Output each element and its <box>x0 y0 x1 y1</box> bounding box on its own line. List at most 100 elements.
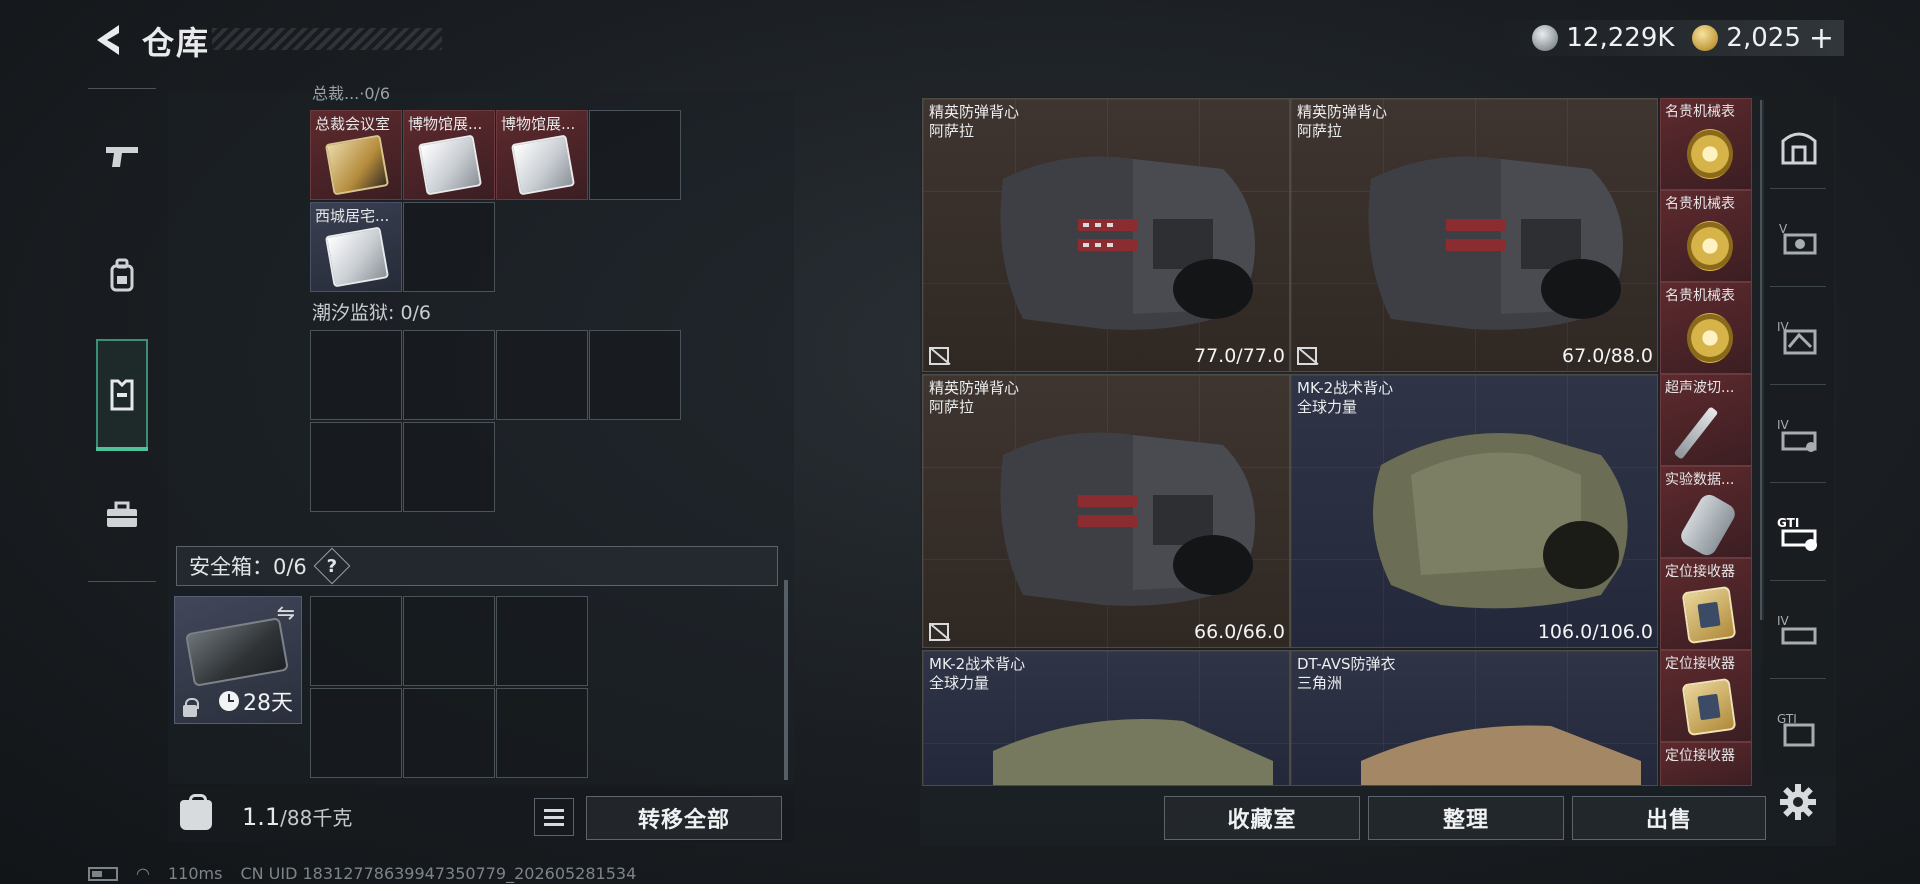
settings-gear-icon[interactable] <box>1778 782 1818 822</box>
iv-tier-icon-2: IV <box>1777 418 1817 452</box>
sell-button[interactable]: 出售 <box>1572 796 1766 840</box>
nav-gti[interactable]: GTI <box>1776 510 1822 556</box>
vest-card[interactable]: MK-2战术背心 全球力量 <box>922 650 1290 786</box>
item-watch[interactable]: 名贵机械表 <box>1660 190 1752 282</box>
vest-title: 精英防弹背心 <box>1297 103 1388 121</box>
empty-slot[interactable] <box>496 688 588 778</box>
empty-slot[interactable] <box>403 202 495 292</box>
clock-icon <box>219 691 239 711</box>
no-trade-icon <box>929 623 949 641</box>
empty-slot[interactable] <box>403 596 495 686</box>
vest-title: 精英防弹背心 <box>929 379 1020 397</box>
item-label: 西城居宅... <box>315 207 390 225</box>
item-watch[interactable]: 名贵机械表 <box>1660 98 1752 190</box>
item-label: 超声波切... <box>1665 380 1735 396</box>
empty-slot[interactable] <box>403 422 495 512</box>
backpack-icon <box>110 258 134 292</box>
ping: 110ms <box>167 864 223 883</box>
currency-gold-value: 2,025 <box>1726 23 1801 53</box>
elite-vest-icon <box>1000 156 1255 330</box>
vest-card[interactable]: MK-2战术背心 全球力量 106.0/106.0 <box>1290 374 1658 648</box>
capacity-readout: 1.1/88千克 <box>242 802 352 831</box>
vest-name: MK-2战术背心 全球力量 <box>1297 379 1393 417</box>
item-locator[interactable]: 定位接收器 <box>1660 558 1752 650</box>
item-label: 定位接收器 <box>1665 564 1735 580</box>
vest-brand: 三角洲 <box>1297 674 1343 692</box>
nav-armor[interactable] <box>96 339 148 451</box>
empty-slot[interactable] <box>496 596 588 686</box>
watch-icon <box>1687 313 1733 363</box>
nav-tier-iv-3[interactable]: IV <box>1776 608 1822 654</box>
item-locator[interactable]: 定位接收器 <box>1660 742 1752 786</box>
plate-carrier-icon <box>1361 725 1641 785</box>
empty-slot[interactable] <box>589 330 681 420</box>
divider <box>1770 482 1826 483</box>
lock-icon <box>183 698 199 717</box>
page-title: 仓库 <box>142 24 211 62</box>
collection-button[interactable]: 收藏室 <box>1164 796 1360 840</box>
item-locator[interactable]: 定位接收器 <box>1660 650 1752 742</box>
empty-slot[interactable] <box>310 688 402 778</box>
storage-scrollbar[interactable] <box>784 580 788 780</box>
item-label: 名贵机械表 <box>1665 196 1735 212</box>
vest-card[interactable]: DT-AVS防弹衣 三角洲 <box>1290 650 1658 786</box>
empty-slot[interactable] <box>496 330 588 420</box>
transfer-all-button[interactable]: 转移全部 <box>586 796 782 840</box>
vest-card[interactable]: 精英防弹背心 阿萨拉 66.0/66.0 <box>922 374 1290 648</box>
safebox-duration: 28天 <box>219 685 293 717</box>
vest-name: 精英防弹背心 阿萨拉 <box>1297 103 1387 141</box>
add-currency-button[interactable]: + <box>1809 21 1834 56</box>
vest-title: 精英防弹背心 <box>929 103 1020 121</box>
weight-icon <box>180 794 212 830</box>
vest-card[interactable]: 精英防弹背心 阿萨拉 67.0/88.0 <box>1290 98 1658 372</box>
item-keycard[interactable]: 西城居宅... <box>310 202 402 292</box>
currency-silver-value: 12,229K <box>1566 23 1675 53</box>
list-icon <box>544 808 564 812</box>
item-ultrasonic-cutter[interactable]: 超声波切... <box>1660 374 1752 466</box>
safebox-bar: 安全箱：0/6 ? <box>176 546 778 586</box>
keycard-icon <box>324 226 390 288</box>
nav-tier-iv[interactable]: IV <box>1776 314 1822 360</box>
item-keycard[interactable]: 博物馆展... <box>496 110 588 200</box>
left-category-nav <box>88 88 156 582</box>
empty-slot[interactable] <box>310 596 402 686</box>
vest-title: DT-AVS防弹衣 <box>1297 655 1396 673</box>
right-category-nav: V IV IV GTI IV GTI <box>1762 96 1834 776</box>
toolbox-icon <box>107 501 137 527</box>
safebox-case[interactable]: ⇋ 28天 <box>174 596 302 724</box>
nav-weapons[interactable] <box>96 119 148 191</box>
keycard-icon <box>324 134 390 196</box>
item-label: 总裁会议室 <box>315 115 391 133</box>
pistol-icon <box>106 147 138 167</box>
item-keycard[interactable]: 总裁会议室 <box>310 110 402 200</box>
item-keycard[interactable]: 博物馆展... <box>403 110 495 200</box>
keycard-icon <box>417 134 483 196</box>
item-lab-data[interactable]: 实验数据... <box>1660 466 1752 558</box>
item-watch[interactable]: 名贵机械表 <box>1660 282 1752 374</box>
nav-tools[interactable] <box>96 479 148 551</box>
nav-backpack[interactable] <box>96 239 148 311</box>
divider <box>1770 580 1826 581</box>
item-label: 博物馆展... <box>501 115 576 133</box>
empty-slot[interactable] <box>310 422 402 512</box>
organize-button[interactable]: 整理 <box>1368 796 1564 840</box>
battery-icon <box>88 866 118 881</box>
nav-tier-iv-2[interactable]: IV <box>1776 412 1822 458</box>
empty-slot[interactable] <box>403 330 495 420</box>
nav-vault[interactable] <box>1776 124 1822 170</box>
vest-title: MK-2战术背心 <box>929 655 1026 673</box>
nav-tier-g[interactable]: GTI <box>1776 706 1822 752</box>
nav-tier-v[interactable]: V <box>1776 216 1822 262</box>
vest-card[interactable]: 精英防弹背心 阿萨拉 77.0/77.0 <box>922 98 1290 372</box>
vest-durability: 66.0/66.0 <box>1193 621 1285 643</box>
item-label: 名贵机械表 <box>1665 288 1735 304</box>
list-view-button[interactable] <box>534 798 574 836</box>
silver-coin-icon <box>1532 25 1559 51</box>
help-button[interactable]: ? <box>313 547 351 585</box>
empty-slot[interactable] <box>589 110 681 200</box>
empty-slot[interactable] <box>310 330 402 420</box>
safebox-label: 安全箱：0/6 <box>189 555 307 579</box>
back-button[interactable] <box>88 20 128 60</box>
empty-slot[interactable] <box>403 688 495 778</box>
gti-icon: GTI <box>1777 516 1817 551</box>
